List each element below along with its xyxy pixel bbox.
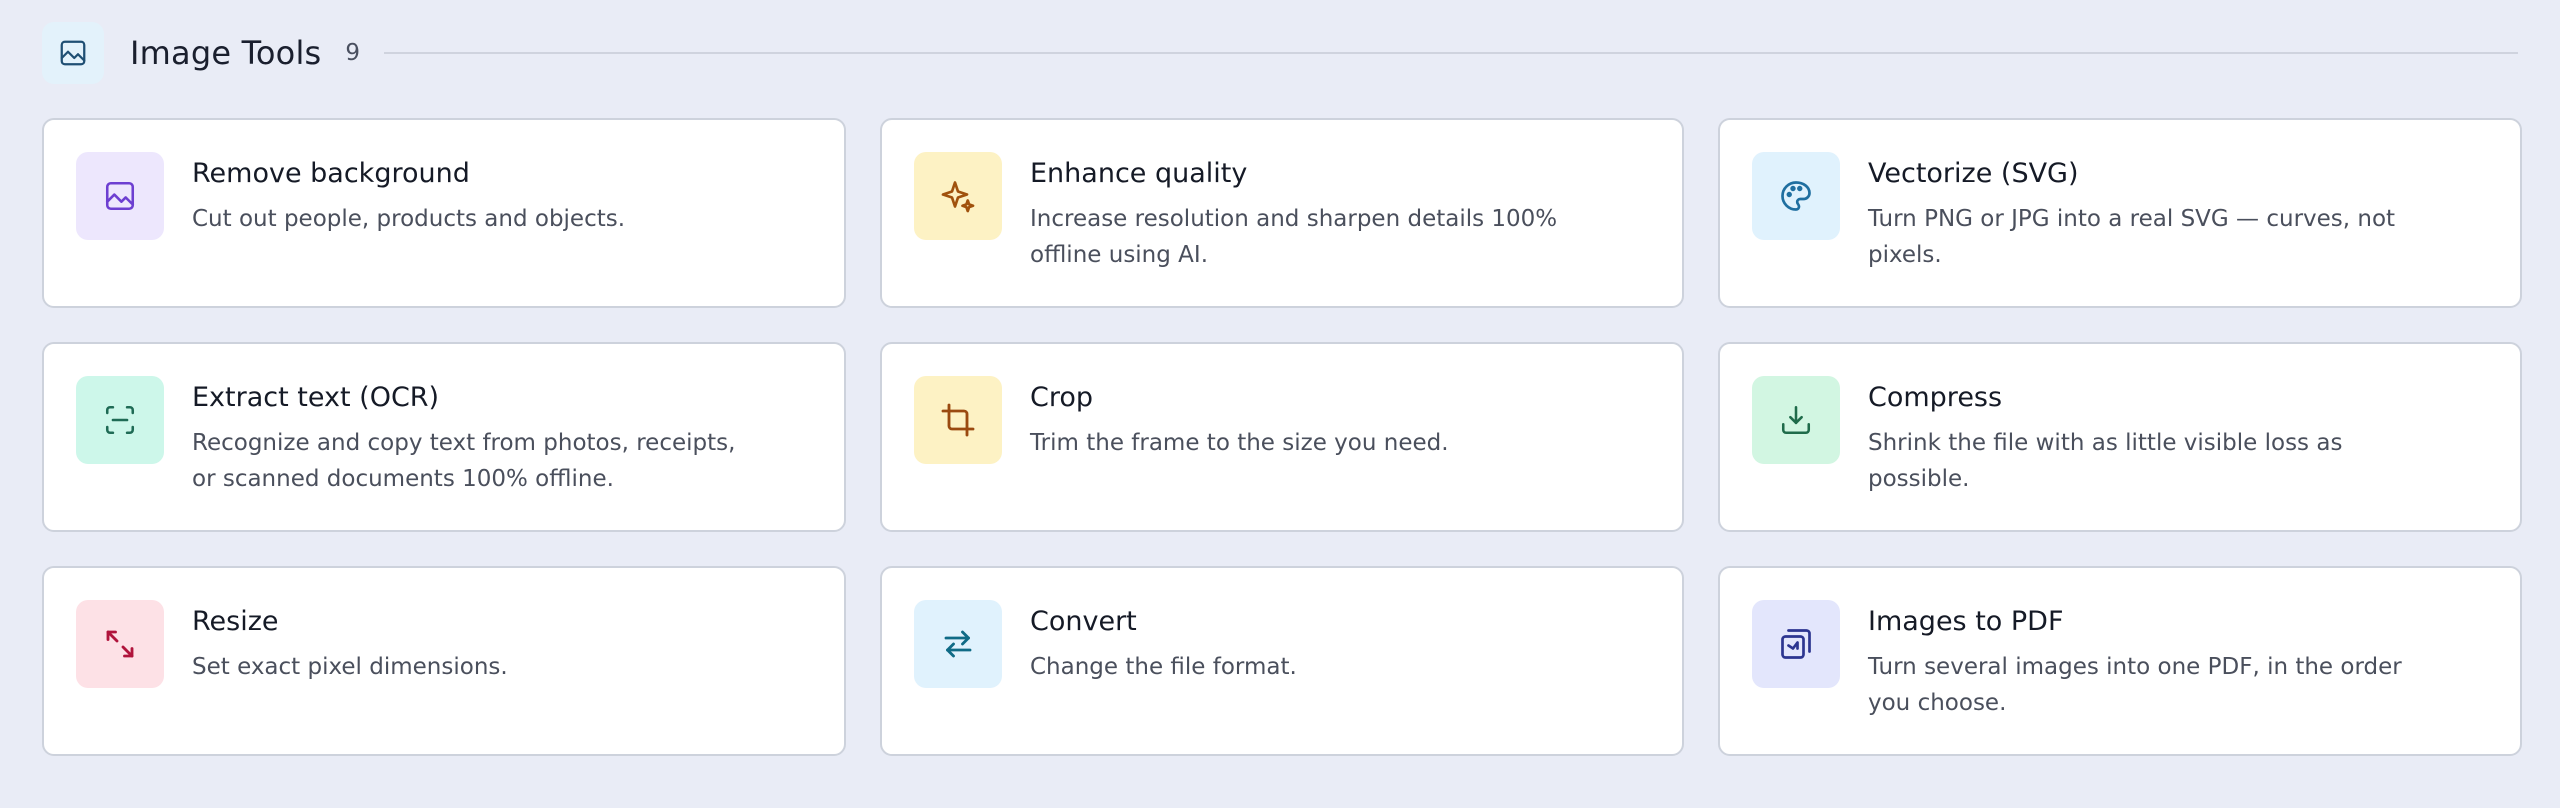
download-icon — [1752, 376, 1840, 464]
tool-card-extract-text-ocr[interactable]: Extract text (OCR) Recognize and copy te… — [42, 342, 846, 532]
resize-arrows-icon — [76, 600, 164, 688]
image-icon — [76, 152, 164, 240]
tool-card-compress[interactable]: Compress Shrink the file with as little … — [1718, 342, 2522, 532]
tool-card-enhance-quality[interactable]: Enhance quality Increase resolution and … — [880, 118, 1684, 308]
section-title: Image Tools — [130, 34, 322, 72]
tool-card-crop[interactable]: Crop Trim the frame to the size you need… — [880, 342, 1684, 532]
swap-arrows-icon — [914, 600, 1002, 688]
section-header: Image Tools 9 — [42, 0, 2518, 86]
tool-count: 9 — [345, 40, 361, 66]
tools-grid: Remove background Cut out people, produc… — [42, 118, 2522, 756]
tool-card-convert[interactable]: Convert Change the file format. — [880, 566, 1684, 756]
crop-icon — [914, 376, 1002, 464]
tool-description: Increase resolution and sharpen details … — [1030, 206, 1558, 269]
tool-description: Change the file format. — [1030, 654, 1297, 681]
image-tools-page: Image Tools 9 Remove background Cut out … — [0, 0, 2560, 808]
sparkles-icon — [914, 152, 1002, 240]
palette-icon — [1752, 152, 1840, 240]
tool-title: Vectorize (SVG) — [1868, 158, 2079, 189]
tool-card-resize[interactable]: Resize Set exact pixel dimensions. — [42, 566, 846, 756]
header-divider — [384, 52, 2518, 54]
tool-description: Turn PNG or JPG into a real SVG — curves… — [1868, 206, 2396, 269]
tool-description: Turn several images into one PDF, in the… — [1868, 654, 2402, 717]
tool-description: Recognize and copy text from photos, rec… — [192, 430, 736, 493]
tool-title: Crop — [1030, 382, 1094, 413]
tool-title: Remove background — [192, 158, 470, 189]
tool-card-remove-background[interactable]: Remove background Cut out people, produc… — [42, 118, 846, 308]
tool-card-images-to-pdf[interactable]: Images to PDF Turn several images into o… — [1718, 566, 2522, 756]
tool-title: Compress — [1868, 382, 2003, 413]
tool-card-vectorize-svg[interactable]: Vectorize (SVG) Turn PNG or JPG into a r… — [1718, 118, 2522, 308]
tool-title: Enhance quality — [1030, 158, 1248, 189]
scan-text-icon — [76, 376, 164, 464]
tool-title: Convert — [1030, 606, 1137, 637]
image-icon — [42, 22, 104, 84]
tool-description: Trim the frame to the size you need. — [1030, 430, 1449, 457]
tool-description: Cut out people, products and objects. — [192, 206, 626, 233]
copy-image-icon — [1752, 600, 1840, 688]
tool-description: Set exact pixel dimensions. — [192, 654, 508, 681]
tool-title: Extract text (OCR) — [192, 382, 440, 413]
tool-title: Resize — [192, 606, 279, 637]
tool-title: Images to PDF — [1868, 606, 2064, 637]
tool-description: Shrink the file with as little visible l… — [1868, 430, 2343, 493]
